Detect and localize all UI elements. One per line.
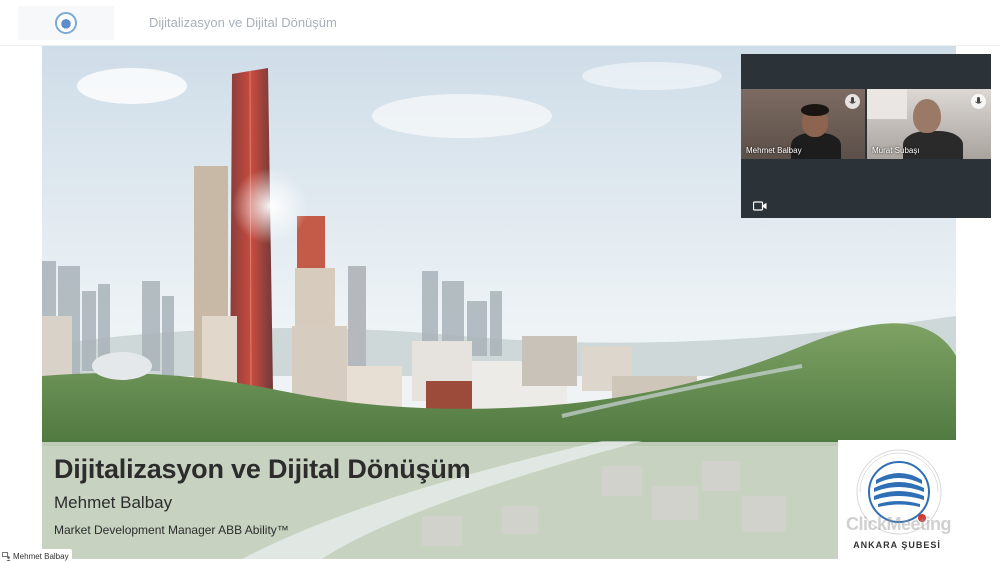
microphone-icon[interactable] bbox=[971, 94, 986, 109]
top-bar: Dijitalizasyon ve Dijital Dönüşüm bbox=[0, 0, 1000, 46]
participant-video-hair bbox=[801, 104, 829, 116]
presenter-name: Mehmet Balbay bbox=[13, 551, 69, 561]
background-frame bbox=[867, 89, 907, 119]
camera-icon[interactable] bbox=[753, 201, 767, 211]
emo-emblem: ANKARA ŞUBESİ bbox=[838, 440, 956, 559]
participant-video-face bbox=[913, 99, 941, 133]
participant-name: Mehmet Balbay bbox=[746, 146, 802, 155]
participant-name: Murat Subaşı bbox=[872, 146, 920, 155]
presenter-name-tag: Mehmet Balbay bbox=[0, 549, 72, 563]
slide-presenter-role: Market Development Manager ABB Ability™ bbox=[54, 523, 289, 537]
presenter-icon bbox=[2, 551, 11, 561]
slide-title: Dijitalizasyon ve Dijital Dönüşüm bbox=[54, 454, 471, 484]
organization-logo bbox=[18, 6, 114, 40]
microphone-icon[interactable] bbox=[845, 94, 860, 109]
organization-logo-icon bbox=[55, 12, 77, 34]
emblem-caption: ANKARA ŞUBESİ bbox=[853, 540, 941, 550]
participant-tile[interactable]: Mehmet Balbay bbox=[741, 89, 865, 159]
page-title: Dijitalizasyon ve Dijital Dönüşüm bbox=[149, 15, 337, 30]
slide-presenter-name: Mehmet Balbay bbox=[54, 493, 173, 512]
video-panel[interactable]: Mehmet Balbay Murat Subaşı bbox=[741, 54, 991, 218]
participant-tile[interactable]: Murat Subaşı bbox=[867, 89, 991, 159]
clickmeeting-watermark: ClickMeeting bbox=[846, 514, 952, 534]
